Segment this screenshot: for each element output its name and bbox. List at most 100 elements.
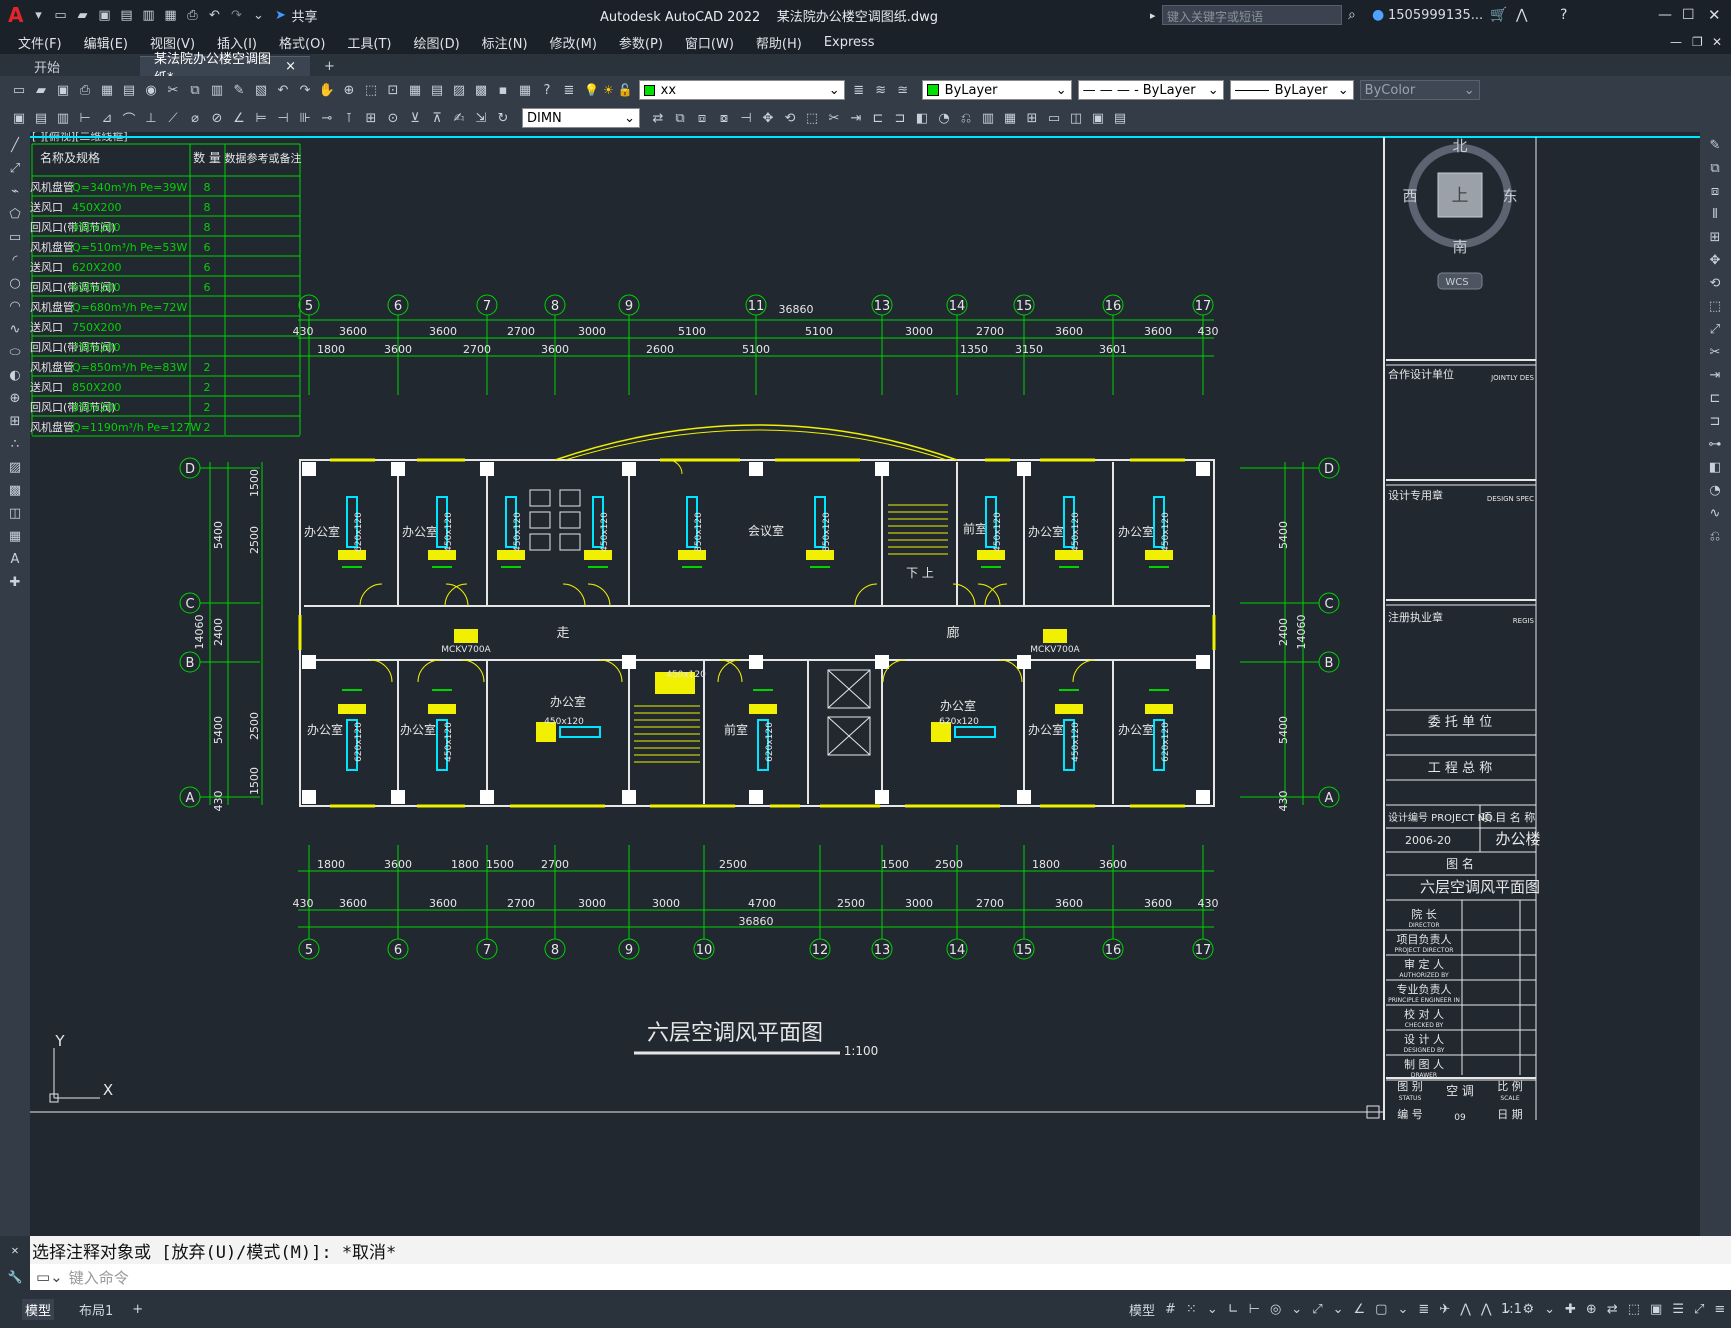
quick-props-icon[interactable]: ⇄ xyxy=(1607,1302,1618,1317)
menu-format[interactable]: 格式(O) xyxy=(279,33,325,52)
plot-preview-icon[interactable]: ▦ xyxy=(161,6,179,24)
point-icon[interactable]: ∴ xyxy=(3,434,27,454)
jogged-linear-icon[interactable]: ⊼ xyxy=(428,109,446,127)
erase-icon[interactable]: ✎ xyxy=(1703,135,1727,155)
command-prompt-icon[interactable]: ▭⌄ xyxy=(36,1268,63,1286)
linetype-dropdown[interactable]: — — — - ByLayer ⌄ xyxy=(1077,80,1224,100)
arc-icon[interactable]: ◜ xyxy=(3,250,27,270)
tab-start[interactable]: 开始 xyxy=(20,56,140,76)
align-icon[interactable]: ▥ xyxy=(979,109,997,127)
auto-scale-icon[interactable]: ⋀ xyxy=(1481,1302,1492,1317)
polyline-icon[interactable]: ⌁ xyxy=(3,181,27,201)
new-file-icon[interactable]: ▭ xyxy=(51,6,69,24)
circle-icon[interactable]: ○ xyxy=(3,273,27,293)
close-icon[interactable]: ✕ xyxy=(1708,6,1721,24)
mirror-icon[interactable]: ⧈ xyxy=(1703,181,1727,201)
lock-ui-icon[interactable]: ⬚ xyxy=(1628,1302,1640,1317)
cart-icon[interactable]: 🛒 xyxy=(1490,7,1507,23)
move-icon[interactable]: ✥ xyxy=(759,109,777,127)
search-icon[interactable]: ⌕ xyxy=(1348,7,1356,23)
cut-icon[interactable]: ✂ xyxy=(164,81,182,99)
dim-edit-icon[interactable]: ✍ xyxy=(450,109,468,127)
redo-icon[interactable]: ↷ xyxy=(227,6,245,24)
menu-express[interactable]: Express xyxy=(824,35,875,50)
search-input[interactable]: 键入关键字或短语 xyxy=(1167,10,1263,24)
properties-icon[interactable]: ▦ xyxy=(406,81,424,99)
quick-dim-icon[interactable]: ⊨ xyxy=(252,109,270,127)
color-dropdown[interactable]: ByLayer ⌄ xyxy=(921,80,1072,100)
add-selected-icon[interactable]: ✚ xyxy=(3,572,27,592)
hardware-accel-icon[interactable]: ☰ xyxy=(1672,1302,1684,1317)
region-icon[interactable]: ◫ xyxy=(3,503,27,523)
copy-icon[interactable]: ⧉ xyxy=(186,81,204,99)
polygon-icon[interactable]: ⬠ xyxy=(3,204,27,224)
tolerance-icon[interactable]: ⊞ xyxy=(362,109,380,127)
menu-modify[interactable]: 修改(M) xyxy=(550,33,597,52)
break-icon[interactable]: ⊐ xyxy=(1703,411,1727,431)
zoom-previous-icon[interactable]: ⊡ xyxy=(384,81,402,99)
break-dim-icon[interactable]: ⊺ xyxy=(340,109,358,127)
quickcalc-icon[interactable]: ▦ xyxy=(516,81,534,99)
mirror-icon[interactable]: ⧈ xyxy=(693,109,711,127)
plot-icon[interactable]: ⎙ xyxy=(76,81,94,99)
array-icon[interactable]: ⊣ xyxy=(737,109,755,127)
polar-icon[interactable]: ◎ xyxy=(1270,1302,1281,1317)
move-icon[interactable]: ✥ xyxy=(1703,250,1727,270)
menu-file[interactable]: 文件(F) xyxy=(18,33,62,52)
annotation-visibility-icon[interactable]: ⋀ xyxy=(1460,1302,1471,1317)
share-button[interactable]: 共享 xyxy=(291,6,317,25)
trim-icon[interactable]: ✂ xyxy=(825,109,843,127)
preview-icon[interactable]: ▦ xyxy=(98,81,116,99)
insert-block-icon[interactable]: ▣ xyxy=(1089,109,1107,127)
menu-tools[interactable]: 工具(T) xyxy=(347,33,391,52)
save-as-icon[interactable]: ▤ xyxy=(117,6,135,24)
workspace-icon[interactable]: ⚙ xyxy=(1522,1302,1534,1317)
help-icon[interactable]: ? xyxy=(1560,7,1567,23)
snap-menu-icon[interactable]: ⌄ xyxy=(1207,1302,1218,1317)
workspace-menu-icon[interactable]: ⌄ xyxy=(1544,1302,1555,1317)
customize-icon[interactable]: ≡ xyxy=(1714,1302,1725,1317)
layer-manager-icon[interactable]: ≣ xyxy=(560,81,578,99)
menu-parametric[interactable]: 参数(P) xyxy=(619,33,663,52)
match-prop-icon[interactable]: ✎ xyxy=(230,81,248,99)
design-center-icon[interactable]: ▤ xyxy=(428,81,446,99)
lineweight-icon[interactable]: ≣ xyxy=(1418,1302,1429,1317)
new-tab-button[interactable]: + xyxy=(310,56,349,76)
spline-icon[interactable]: ∿ xyxy=(3,319,27,339)
lineweight-dropdown[interactable]: ByLayer ⌄ xyxy=(1229,80,1354,100)
menu-draw[interactable]: 绘图(D) xyxy=(414,33,460,52)
dim-update-icon[interactable]: ↻ xyxy=(494,109,512,127)
3dprint-icon[interactable]: ◉ xyxy=(142,81,160,99)
ellipse-arc-icon[interactable]: ◐ xyxy=(3,365,27,385)
annotation-monitor-icon[interactable]: ✚ xyxy=(1565,1302,1576,1317)
rectangle-icon[interactable]: ▭ xyxy=(3,227,27,247)
blend-icon[interactable]: ∿ xyxy=(1703,503,1727,523)
hatch-icon[interactable]: ▥ xyxy=(54,109,72,127)
explode-icon[interactable]: ⎌ xyxy=(1703,526,1727,546)
construction-line-icon[interactable]: ⤢ xyxy=(3,158,27,178)
line-icon[interactable]: ╱ xyxy=(3,135,27,155)
undo-icon[interactable]: ↶ xyxy=(274,81,292,99)
command-line[interactable]: 🔧 ▭⌄ 键入命令 xyxy=(0,1264,1731,1290)
grid-icon[interactable]: # xyxy=(1165,1302,1176,1317)
explode-icon[interactable]: ⎌ xyxy=(957,109,975,127)
sun-icon[interactable]: ☀ xyxy=(603,83,614,97)
tool-palettes-icon[interactable]: ▨ xyxy=(450,81,468,99)
layout-tab-layout1[interactable]: 布局1 xyxy=(79,1300,113,1319)
ungroup-icon[interactable]: ◫ xyxy=(1067,109,1085,127)
qnew-icon[interactable]: ▭ xyxy=(10,81,28,99)
user-name[interactable]: 1505999135... xyxy=(1388,8,1483,23)
infer-icon[interactable]: ∟ xyxy=(1228,1302,1239,1317)
scale-icon[interactable]: ⬚ xyxy=(1703,296,1727,316)
object-snap-icon[interactable]: ▢ xyxy=(1375,1302,1387,1317)
command-input[interactable]: 键入命令 xyxy=(69,1267,129,1288)
ordinate-dim-icon[interactable]: ⊥ xyxy=(142,109,160,127)
arc-length-icon[interactable]: ⌒ xyxy=(120,109,138,128)
doc-restore-icon[interactable]: ❐ xyxy=(1692,35,1703,49)
layer-match-icon[interactable]: ≋ xyxy=(872,81,890,99)
add-layout-button[interactable]: + xyxy=(132,1302,143,1317)
autocad-logo-icon[interactable]: A xyxy=(8,3,23,27)
snap-icon[interactable]: ⁙ xyxy=(1186,1302,1197,1317)
join-icon[interactable]: ⊐ xyxy=(891,109,909,127)
insert-block-icon[interactable]: ⊕ xyxy=(3,388,27,408)
